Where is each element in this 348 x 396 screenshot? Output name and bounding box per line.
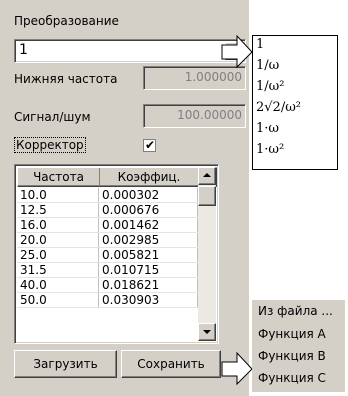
table-row[interactable]: 40.0 0.018621 (17, 277, 198, 293)
load-button[interactable]: Загрузить (14, 350, 117, 378)
transform-options-list: 1 1/ω 1/ω² 2√2/ω² 1·ω 1·ω² (252, 35, 338, 170)
table-cell[interactable]: 0.000302 (98, 188, 198, 203)
column-header-frequency[interactable]: Частота (18, 168, 100, 186)
table-header: Частота Коэффиц. (17, 167, 217, 187)
table-cell[interactable]: 10.0 (17, 188, 99, 203)
menu-item-function-b[interactable]: Функция B (258, 349, 326, 363)
scroll-down-button[interactable] (198, 323, 216, 341)
table-row[interactable]: 16.0 0.001462 (17, 217, 198, 233)
arrow-right-icon (221, 34, 253, 69)
table-row[interactable]: 12.5 0.000676 (17, 202, 198, 218)
table-row[interactable]: 20.0 0.002985 (17, 232, 198, 248)
table-cell[interactable]: 20.0 (17, 232, 99, 248)
option-item[interactable]: 1·ω (256, 121, 279, 136)
corrector-label[interactable]: Корректор (14, 137, 86, 153)
table-cell[interactable]: 0.030903 (98, 292, 198, 308)
scroll-up-button[interactable] (198, 167, 216, 185)
settings-panel: Преобразование 1 Нижняя частота 1.000000… (0, 0, 249, 396)
check-icon: ✔ (145, 138, 156, 152)
menu-item-function-a[interactable]: Функция A (258, 327, 326, 341)
transform-select[interactable]: 1 (14, 39, 246, 63)
table-cell[interactable]: 0.005821 (98, 247, 198, 263)
table-cell[interactable]: 31.5 (17, 262, 99, 278)
menu-item-from-file[interactable]: Из файла ... (258, 304, 333, 318)
table-cell[interactable]: 50.0 (17, 292, 99, 308)
scroll-thumb[interactable] (198, 186, 216, 206)
coefficient-table: Частота Коэффиц. 10.0 0.000302 12.5 0.0006… (14, 164, 219, 344)
table-cell[interactable]: 25.0 (17, 247, 99, 263)
chevron-up-icon (203, 173, 211, 177)
table-cell[interactable]: 0.001462 (98, 217, 198, 233)
load-menu: Из файла ... Функция A Функция B Функция… (252, 300, 345, 392)
save-button[interactable]: Сохранить (121, 350, 221, 378)
table-cell[interactable]: 0.000676 (98, 202, 198, 218)
table-row[interactable]: 31.5 0.010715 (17, 262, 198, 278)
table-cell[interactable]: 0.018621 (98, 277, 198, 293)
table-cell[interactable]: 12.5 (17, 202, 99, 218)
chevron-down-icon (203, 330, 211, 334)
table-cell[interactable]: 0.010715 (98, 262, 198, 278)
option-item[interactable]: 1/ω (256, 58, 279, 73)
option-item[interactable]: 1/ω² (256, 79, 284, 94)
table-row[interactable]: 10.0 0.000302 (17, 188, 198, 203)
menu-item-function-c[interactable]: Функция C (258, 371, 326, 385)
snr-label: Сигнал/шум (14, 110, 91, 124)
arrow-right-icon (221, 351, 253, 386)
snr-field[interactable]: 100.00000 (143, 104, 246, 128)
table-body: 10.0 0.000302 12.5 0.000676 16.0 0.001462 2… (17, 188, 198, 308)
table-row[interactable]: 25.0 0.005821 (17, 247, 198, 263)
table-cell[interactable]: 40.0 (17, 277, 99, 293)
transform-label: Преобразование (14, 14, 119, 28)
table-cell[interactable]: 0.002985 (98, 232, 198, 248)
option-item[interactable]: 2√2/ω² (256, 100, 301, 115)
table-cell[interactable]: 16.0 (17, 217, 99, 233)
option-item[interactable]: 1·ω² (256, 142, 284, 157)
corrector-checkbox[interactable]: ✔ (143, 138, 156, 152)
low-freq-label: Нижняя частота (14, 72, 118, 86)
table-scrollbar[interactable] (198, 167, 216, 341)
table-row[interactable]: 50.0 0.030903 (17, 292, 198, 308)
column-header-coefficient[interactable]: Коэффиц. (100, 168, 199, 186)
transform-select-value: 1 (19, 42, 28, 58)
option-item[interactable]: 1 (256, 37, 264, 52)
